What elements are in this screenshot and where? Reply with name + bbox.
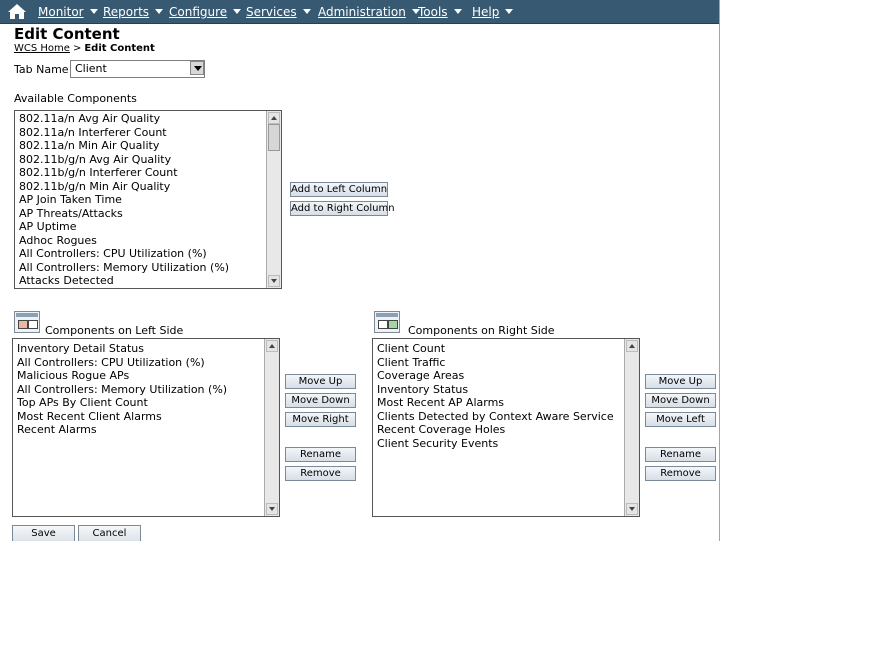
list-item[interactable]: AP Uptime xyxy=(15,220,266,234)
list-item[interactable]: Malicious Rogue APs xyxy=(13,369,264,383)
list-item[interactable]: All Controllers: Memory Utilization (%) xyxy=(13,383,264,397)
nav-administration[interactable]: Administration xyxy=(318,5,420,19)
list-item[interactable]: Attacks Detected xyxy=(15,274,266,288)
left-scrollbar[interactable] xyxy=(264,339,279,516)
list-item[interactable]: Adhoc Rogues xyxy=(15,234,266,248)
list-item[interactable]: Most Recent Client Alarms xyxy=(13,410,264,424)
scroll-up-icon[interactable] xyxy=(266,340,278,352)
chevron-down-icon xyxy=(89,9,98,14)
list-item[interactable]: AP Threats/Attacks xyxy=(15,207,266,221)
tab-name-label: Tab Name xyxy=(14,63,69,76)
scroll-thumb[interactable] xyxy=(268,124,280,151)
chevron-down-icon xyxy=(505,9,514,14)
list-item[interactable]: 802.11a/n Interferer Count xyxy=(15,126,266,140)
left-components-list[interactable]: Inventory Detail Status All Controllers:… xyxy=(12,338,280,517)
tab-name-selected-value: Client xyxy=(75,62,107,75)
list-item[interactable]: Recent Alarms xyxy=(13,423,264,437)
list-item[interactable]: Inventory Status xyxy=(373,383,624,397)
right-panel-icon xyxy=(374,311,400,333)
list-item[interactable]: 802.11b/g/n Interferer Count xyxy=(15,166,266,180)
list-item[interactable]: All Controllers: Memory Utilization (%) xyxy=(15,261,266,275)
list-item[interactable]: Client Security Events xyxy=(373,437,624,451)
scroll-down-icon[interactable] xyxy=(626,503,638,515)
home-icon[interactable] xyxy=(7,3,27,20)
list-item[interactable]: Client Traffic xyxy=(373,356,624,370)
left-rename-button[interactable]: Rename xyxy=(285,447,356,462)
chevron-down-icon[interactable] xyxy=(190,61,204,75)
chevron-down-icon xyxy=(302,9,311,14)
nav-monitor[interactable]: Monitor xyxy=(38,5,98,19)
add-to-right-column-button[interactable]: Add to Right Column xyxy=(290,201,395,216)
right-rename-button[interactable]: Rename xyxy=(645,447,716,462)
right-remove-button[interactable]: Remove xyxy=(645,466,716,481)
list-item[interactable]: 802.11a/n Avg Air Quality xyxy=(15,112,266,126)
list-item[interactable]: Inventory Detail Status xyxy=(13,342,264,356)
nav-help[interactable]: Help xyxy=(472,5,514,19)
chevron-down-icon xyxy=(233,9,242,14)
list-item[interactable]: Coverage Areas xyxy=(373,369,624,383)
left-move-up-button[interactable]: Move Up xyxy=(285,374,356,389)
nav-services[interactable]: Services xyxy=(246,5,311,19)
right-components-list[interactable]: Client Count Client Traffic Coverage Are… xyxy=(372,338,640,517)
scroll-up-icon[interactable] xyxy=(626,340,638,352)
breadcrumb-current: Edit Content xyxy=(84,43,155,54)
tab-name-select[interactable]: Client xyxy=(70,60,205,78)
top-nav-bar: Monitor Reports Configure Services Admin… xyxy=(0,0,719,24)
nav-reports[interactable]: Reports xyxy=(103,5,164,19)
breadcrumb: WCS Home > Edit Content xyxy=(14,43,155,54)
chevron-down-icon xyxy=(155,9,164,14)
available-components-label: Available Components xyxy=(14,92,137,105)
list-item[interactable]: 802.11a/n Min Air Quality xyxy=(15,139,266,153)
list-item[interactable]: AP Join Taken Time xyxy=(15,193,266,207)
right-move-up-button[interactable]: Move Up xyxy=(645,374,716,389)
right-move-down-button[interactable]: Move Down xyxy=(645,393,716,408)
left-move-down-button[interactable]: Move Down xyxy=(285,393,356,408)
save-button[interactable]: Save xyxy=(12,525,75,541)
available-scrollbar[interactable] xyxy=(266,111,281,288)
list-item[interactable]: Client Count xyxy=(373,342,624,356)
scroll-down-icon[interactable] xyxy=(268,275,280,287)
right-components-label: Components on Right Side xyxy=(408,324,555,337)
add-to-left-column-button[interactable]: Add to Left Column xyxy=(290,182,388,197)
breadcrumb-separator: > xyxy=(72,43,82,54)
breadcrumb-home-link[interactable]: WCS Home xyxy=(14,43,70,54)
move-left-button[interactable]: Move Left xyxy=(645,412,716,427)
list-item[interactable]: All Controllers: CPU Utilization (%) xyxy=(15,247,266,261)
list-item[interactable]: Clients Detected by Context Aware Servic… xyxy=(373,410,624,424)
move-right-button[interactable]: Move Right xyxy=(285,412,356,427)
list-item[interactable]: Recent Coverage Holes xyxy=(373,423,624,437)
list-item[interactable]: Most Recent AP Alarms xyxy=(373,396,624,410)
available-components-list[interactable]: 802.11a/n Avg Air Quality 802.11a/n Inte… xyxy=(14,110,282,289)
scroll-down-icon[interactable] xyxy=(266,503,278,515)
list-item[interactable]: Top APs By Client Count xyxy=(13,396,264,410)
list-item[interactable]: 802.11b/g/n Min Air Quality xyxy=(15,180,266,194)
scroll-up-icon[interactable] xyxy=(268,112,280,124)
page-title: Edit Content xyxy=(14,25,120,43)
right-scrollbar[interactable] xyxy=(624,339,639,516)
list-item[interactable]: 802.11b/g/n Avg Air Quality xyxy=(15,153,266,167)
cancel-button[interactable]: Cancel xyxy=(78,525,141,541)
left-panel-icon xyxy=(14,311,40,333)
chevron-down-icon xyxy=(453,9,462,14)
left-remove-button[interactable]: Remove xyxy=(285,466,356,481)
left-components-label: Components on Left Side xyxy=(45,324,184,337)
list-item[interactable]: All Controllers: CPU Utilization (%) xyxy=(13,356,264,370)
nav-tools[interactable]: Tools xyxy=(418,5,462,19)
nav-configure[interactable]: Configure xyxy=(169,5,242,19)
edit-content-page: Monitor Reports Configure Services Admin… xyxy=(0,0,720,541)
